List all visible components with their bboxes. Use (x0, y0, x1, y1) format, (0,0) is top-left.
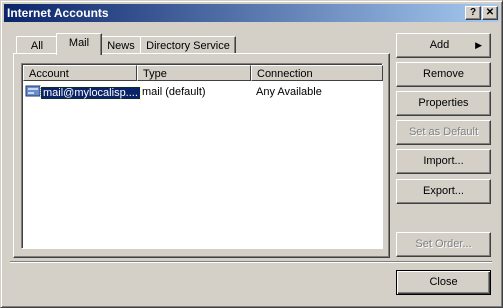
remove-button[interactable]: Remove (396, 62, 491, 87)
tab-mail[interactable]: Mail (56, 33, 102, 55)
column-header-connection[interactable]: Connection (251, 65, 383, 81)
properties-button[interactable]: Properties (396, 91, 491, 116)
column-header-account[interactable]: Account (23, 65, 137, 81)
account-name: mail@mylocalisp.... (40, 86, 141, 100)
divider (10, 261, 492, 263)
help-button[interactable]: ? (465, 6, 481, 20)
type-cell: mail (default) (142, 86, 206, 98)
mail-account-icon (25, 85, 41, 97)
accounts-list[interactable]: Account Type Connection mail@mylocalisp.… (21, 63, 388, 249)
column-header-spacer (383, 65, 388, 81)
triangle-right-icon: ▶ (475, 40, 482, 50)
set-order-button[interactable]: Set Order... (396, 232, 491, 257)
title-bar[interactable]: Internet Accounts ? ✕ (4, 4, 499, 22)
add-button[interactable]: Add ▶ (396, 33, 491, 58)
connection-cell: Any Available (256, 86, 322, 98)
close-button[interactable]: Close (396, 270, 491, 295)
account-cell[interactable]: mail@mylocalisp.... (25, 84, 141, 100)
export-button[interactable]: Export... (396, 179, 491, 204)
import-button[interactable]: Import... (396, 149, 491, 174)
window-title: Internet Accounts (7, 6, 109, 20)
column-header-type[interactable]: Type (137, 65, 251, 81)
close-window-button[interactable]: ✕ (482, 6, 498, 20)
set-as-default-button[interactable]: Set as Default (396, 120, 491, 145)
